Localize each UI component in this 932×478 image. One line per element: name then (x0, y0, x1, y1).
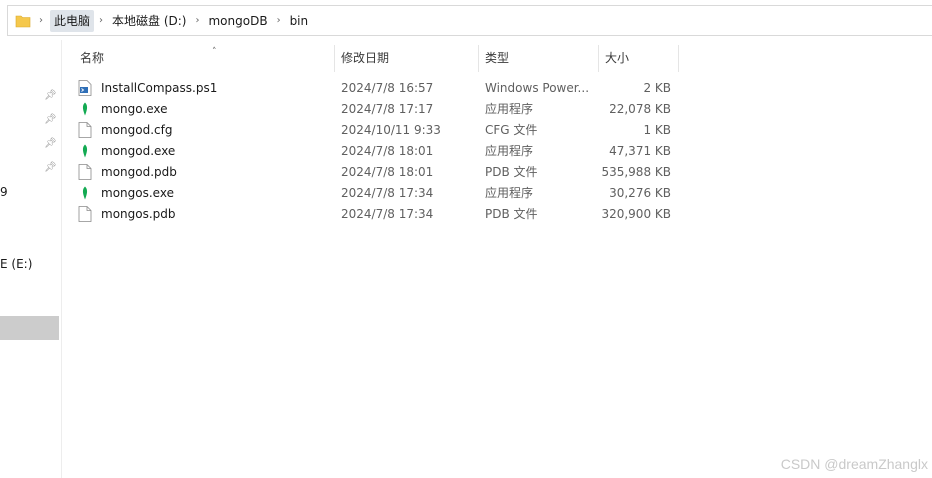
nav-item-partial[interactable]: 9 (0, 185, 8, 199)
mongodb-leaf-icon (77, 101, 93, 117)
file-date: 2024/10/11 9:33 (341, 122, 441, 137)
file-size: 320,900 KB (601, 206, 671, 221)
table-row[interactable]: mongos.exe 2024/7/8 17:34 应用程序 30,276 KB (77, 182, 677, 203)
blank-file-icon (77, 205, 93, 222)
powershell-script-icon (77, 79, 93, 96)
file-size: 535,988 KB (601, 164, 671, 179)
folder-icon (12, 10, 34, 32)
file-type: 应用程序 (485, 144, 534, 158)
column-size[interactable]: 大小 (599, 45, 679, 72)
file-date: 2024/7/8 18:01 (341, 143, 434, 158)
file-name: mongod.pdb (101, 164, 177, 179)
column-name-label: 名称 (80, 51, 105, 65)
address-bar: › 此电脑 › 本地磁盘 (D:) › mongoDB › bin (0, 0, 932, 40)
file-type: 应用程序 (485, 102, 534, 116)
column-size-label: 大小 (605, 51, 630, 65)
file-date: 2024/7/8 17:34 (341, 185, 434, 200)
file-name: mongod.cfg (101, 122, 173, 137)
file-list: 名称 ˄ 修改日期 类型 大小 InstallCompass.ps1 2024/… (62, 40, 932, 478)
file-size: 2 KB (643, 80, 671, 95)
nav-item-selected[interactable] (0, 316, 59, 340)
table-row[interactable]: InstallCompass.ps1 2024/7/8 16:57 Window… (77, 77, 677, 98)
column-type[interactable]: 类型 (479, 45, 599, 72)
table-row[interactable]: mongod.cfg 2024/10/11 9:33 CFG 文件 1 KB (77, 119, 677, 140)
blank-file-icon (77, 121, 93, 138)
table-row[interactable]: mongod.exe 2024/7/8 18:01 应用程序 47,371 KB (77, 140, 677, 161)
sort-ascending-icon: ˄ (212, 47, 217, 57)
table-row[interactable]: mongo.exe 2024/7/8 17:17 应用程序 22,078 KB (77, 98, 677, 119)
file-name: mongos.exe (101, 185, 174, 200)
column-date-label: 修改日期 (341, 51, 390, 65)
pin-icon: 📌︎ (44, 114, 57, 125)
file-type: PDB 文件 (485, 165, 538, 179)
blank-file-icon (77, 163, 93, 180)
file-type: Windows Power... (485, 80, 590, 95)
table-row[interactable]: mongos.pdb 2024/7/8 17:34 PDB 文件 320,900… (77, 203, 677, 224)
file-date: 2024/7/8 17:34 (341, 206, 434, 221)
file-name: InstallCompass.ps1 (101, 80, 218, 95)
mongodb-leaf-icon (77, 143, 93, 159)
file-size: 30,276 KB (609, 185, 671, 200)
nav-item-drive-e[interactable]: E (E:) (0, 257, 32, 271)
breadcrumb[interactable]: › 此电脑 › 本地磁盘 (D:) › mongoDB › bin (7, 5, 932, 36)
file-name: mongos.pdb (101, 206, 176, 221)
chevron-right-icon[interactable]: › (272, 10, 286, 32)
chevron-right-icon[interactable]: › (94, 10, 108, 32)
watermark: CSDN @dreamZhanglx (780, 456, 928, 472)
file-size: 47,371 KB (609, 143, 671, 158)
pin-icon: 📌︎ (44, 162, 57, 173)
pin-icon: 📌︎ (44, 138, 57, 149)
column-header: 名称 ˄ 修改日期 类型 大小 (62, 45, 682, 72)
chevron-right-icon[interactable]: › (190, 10, 204, 32)
file-date: 2024/7/8 17:17 (341, 101, 434, 116)
column-type-label: 类型 (485, 51, 510, 65)
mongodb-leaf-icon (77, 185, 93, 201)
pin-icon: 📌︎ (44, 90, 57, 101)
column-name[interactable]: 名称 ˄ (74, 45, 335, 72)
file-name: mongod.exe (101, 143, 176, 158)
file-type: 应用程序 (485, 186, 534, 200)
file-size: 1 KB (643, 122, 671, 137)
chevron-right-icon[interactable]: › (34, 10, 48, 32)
file-type: PDB 文件 (485, 207, 538, 221)
file-date: 2024/7/8 16:57 (341, 80, 434, 95)
breadcrumb-bin[interactable]: bin (286, 10, 313, 32)
column-date[interactable]: 修改日期 (335, 45, 479, 72)
breadcrumb-drive-d[interactable]: 本地磁盘 (D:) (108, 10, 190, 32)
breadcrumb-mongodb[interactable]: mongoDB (204, 10, 271, 32)
file-date: 2024/7/8 18:01 (341, 164, 434, 179)
file-name: mongo.exe (101, 101, 168, 116)
breadcrumb-this-pc[interactable]: 此电脑 (50, 9, 95, 32)
navigation-pane[interactable]: 📌︎ 📌︎ 📌︎ 📌︎ 9 E (E:) (0, 40, 62, 478)
file-type: CFG 文件 (485, 123, 538, 137)
table-row[interactable]: mongod.pdb 2024/7/8 18:01 PDB 文件 535,988… (77, 161, 677, 182)
file-size: 22,078 KB (609, 101, 671, 116)
